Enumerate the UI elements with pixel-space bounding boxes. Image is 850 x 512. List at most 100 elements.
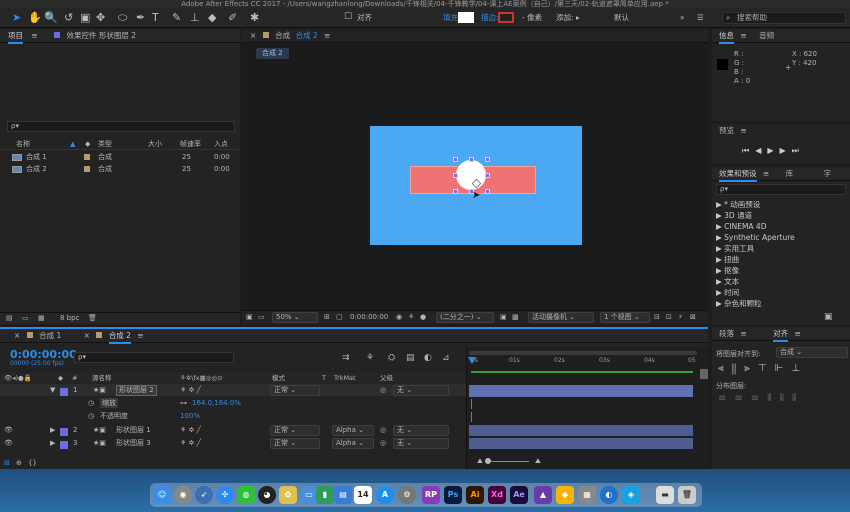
- calendar-icon[interactable]: 14: [354, 486, 372, 504]
- expand-arrow-icon[interactable]: ▶: [50, 424, 55, 436]
- bpc-label[interactable]: 8 bpc: [60, 313, 79, 324]
- col-size[interactable]: 大小: [148, 139, 162, 150]
- parent-dropdown[interactable]: 无 ⌄: [393, 438, 449, 449]
- prev-frame-icon[interactable]: ◀: [755, 146, 767, 155]
- property-row[interactable]: ◷ 不透明度 100%: [0, 410, 466, 422]
- circle-shape[interactable]: [456, 160, 486, 190]
- appstore-icon[interactable]: A: [376, 486, 394, 504]
- project-item[interactable]: 合成 2 合成 25 0:00: [0, 163, 240, 175]
- effect-category[interactable]: ▶ 3D 通道: [716, 210, 752, 221]
- play-icon[interactable]: ▶: [767, 146, 779, 155]
- animate-icon[interactable]: ▲: [534, 486, 552, 504]
- add-dropdown-icon[interactable]: ▸: [576, 12, 580, 24]
- layer-row[interactable]: 👁 ▶ 3 ★▣ 形状图层 3 ⚘ ✲ ╱ 正常 ⌄ Alpha ⌄ ◎ 无 ⌄: [0, 437, 466, 449]
- layer-switches-icon[interactable]: ⚘ ✲ ╱: [180, 384, 201, 396]
- col-in[interactable]: 入点: [214, 139, 228, 150]
- pickwhip-icon[interactable]: ◎: [380, 384, 386, 396]
- photos-icon[interactable]: ✿: [279, 486, 297, 504]
- views-dropdown[interactable]: 1 个视图 ⌄: [600, 312, 650, 323]
- new-comp-icon[interactable]: ▦: [38, 313, 45, 324]
- menu-icon[interactable]: ≡: [740, 31, 746, 40]
- tab-audio[interactable]: 音频: [759, 31, 774, 40]
- scrollbar-thumb[interactable]: [700, 369, 708, 379]
- graph-editor-icon[interactable]: ⊿: [442, 353, 450, 363]
- mode-dropdown[interactable]: 正常 ⌄: [270, 438, 320, 449]
- channel-icon[interactable]: ●: [420, 311, 426, 324]
- col-fps[interactable]: 帧速率: [180, 139, 201, 150]
- show-snapshot-icon[interactable]: ⚘: [408, 311, 414, 324]
- menu-icon[interactable]: ≡: [740, 329, 746, 338]
- clone-stamp-tool-icon[interactable]: ⊥: [190, 11, 200, 24]
- effect-category[interactable]: ▶ 实用工具: [716, 243, 754, 254]
- qq-icon[interactable]: ◕: [258, 486, 276, 504]
- motion-blur-icon[interactable]: ◐: [424, 353, 432, 363]
- mode-dropdown[interactable]: 正常 ⌄: [270, 425, 320, 436]
- transform-handle[interactable]: [453, 173, 458, 178]
- menu-icon[interactable]: ≡: [740, 126, 746, 135]
- zoom-in-icon[interactable]: ⛰: [535, 457, 541, 466]
- time-ruler[interactable]: 0s 01s 02s 03s 04s 05: [467, 357, 709, 367]
- distribute-vcenter-icon[interactable]: ≡: [734, 393, 750, 404]
- type-tool-icon[interactable]: T: [152, 11, 159, 24]
- tab-comp-1[interactable]: 合成 1: [39, 331, 61, 340]
- distribute-right-icon[interactable]: ⦀: [792, 393, 804, 404]
- keyframe-marker[interactable]: [471, 412, 472, 422]
- last-frame-icon[interactable]: ⏭: [792, 146, 805, 155]
- next-frame-icon[interactable]: ▶: [780, 146, 792, 155]
- playhead-icon[interactable]: [468, 357, 476, 364]
- comp-timecode[interactable]: 0:00:00:00: [350, 311, 388, 324]
- pen-tool-icon[interactable]: ✒: [136, 11, 145, 24]
- finder-icon[interactable]: ☺: [153, 486, 171, 504]
- effects-search-input[interactable]: ρ▾: [716, 184, 846, 195]
- hand-tool-icon[interactable]: ✋: [28, 11, 42, 24]
- transform-handle[interactable]: [485, 157, 490, 162]
- new-preset-icon[interactable]: ▣: [824, 312, 833, 322]
- menu-icon[interactable]: ≡: [324, 31, 330, 40]
- xd-icon[interactable]: Xd: [488, 486, 506, 504]
- transform-handle[interactable]: [453, 157, 458, 162]
- layer-clip[interactable]: [469, 425, 693, 436]
- camera-dropdown[interactable]: 活动摄像机 ⌄: [528, 312, 594, 323]
- aftereffects-icon[interactable]: Ae: [510, 486, 528, 504]
- grid-icon[interactable]: ⊞: [324, 311, 330, 324]
- layer-name[interactable]: 形状图层 1: [116, 424, 151, 436]
- visibility-eye-icon[interactable]: 👁: [4, 424, 13, 436]
- tab-effects-presets[interactable]: 效果和预设: [719, 169, 757, 182]
- tab-align[interactable]: 对齐: [773, 329, 789, 342]
- prefs-icon[interactable]: ▦: [578, 486, 596, 504]
- rocket-icon[interactable]: ➶: [195, 486, 213, 504]
- close-icon[interactable]: ×: [84, 331, 90, 340]
- wechat-icon[interactable]: ◍: [237, 486, 255, 504]
- layer-clip[interactable]: [469, 438, 693, 449]
- close-icon[interactable]: ×: [250, 31, 256, 40]
- illustrator-icon[interactable]: Ai: [466, 486, 484, 504]
- timeline-graph[interactable]: 0s 01s 02s 03s 04s 05 ⛰ ⛰: [466, 347, 708, 471]
- distribute-top-icon[interactable]: ≡: [718, 393, 734, 404]
- fast-preview-icon[interactable]: ⚡: [678, 311, 683, 324]
- layer-row[interactable]: 👁 ▶ 2 ★▣ 形状图层 1 ⚘ ✲ ╱ 正常 ⌄ Alpha ⌄ ◎ 无 ⌄: [0, 424, 466, 436]
- align-to-dropdown[interactable]: 合成 ⌄: [776, 347, 848, 358]
- frame-blend-icon[interactable]: ▤: [406, 353, 415, 363]
- visibility-eye-icon[interactable]: 👁: [4, 437, 13, 449]
- monitor-icon[interactable]: ▭: [258, 311, 265, 324]
- more-workspaces-icon[interactable]: »: [680, 12, 685, 24]
- tab-preview[interactable]: 预览: [719, 126, 734, 135]
- parent-dropdown[interactable]: 无 ⌄: [393, 385, 449, 396]
- zoom-out-icon[interactable]: ⛰: [477, 457, 483, 466]
- layer-name[interactable]: 形状图层 2: [116, 385, 157, 396]
- first-frame-icon[interactable]: ⏮: [742, 146, 755, 155]
- brush-tool-icon[interactable]: ✎: [172, 11, 181, 24]
- stopwatch-icon[interactable]: ◷: [88, 397, 94, 409]
- tab-comp-2[interactable]: 合成 2: [108, 331, 131, 344]
- effect-category[interactable]: ▶ 扭曲: [716, 254, 739, 265]
- tab-info[interactable]: 信息: [719, 31, 734, 44]
- align-left-icon[interactable]: ⫷: [718, 363, 732, 374]
- tab-comp-2[interactable]: 合成 2: [295, 31, 317, 40]
- transform-handle[interactable]: [469, 157, 474, 162]
- sort-up-icon[interactable]: ▲: [70, 139, 75, 150]
- keyframe-marker[interactable]: [471, 399, 472, 409]
- prop-value[interactable]: 100%: [180, 410, 200, 422]
- 3d-icon[interactable]: ⊠: [690, 311, 696, 324]
- camera-tool-icon[interactable]: ▣: [80, 11, 90, 24]
- always-preview-icon[interactable]: ▣: [246, 311, 253, 324]
